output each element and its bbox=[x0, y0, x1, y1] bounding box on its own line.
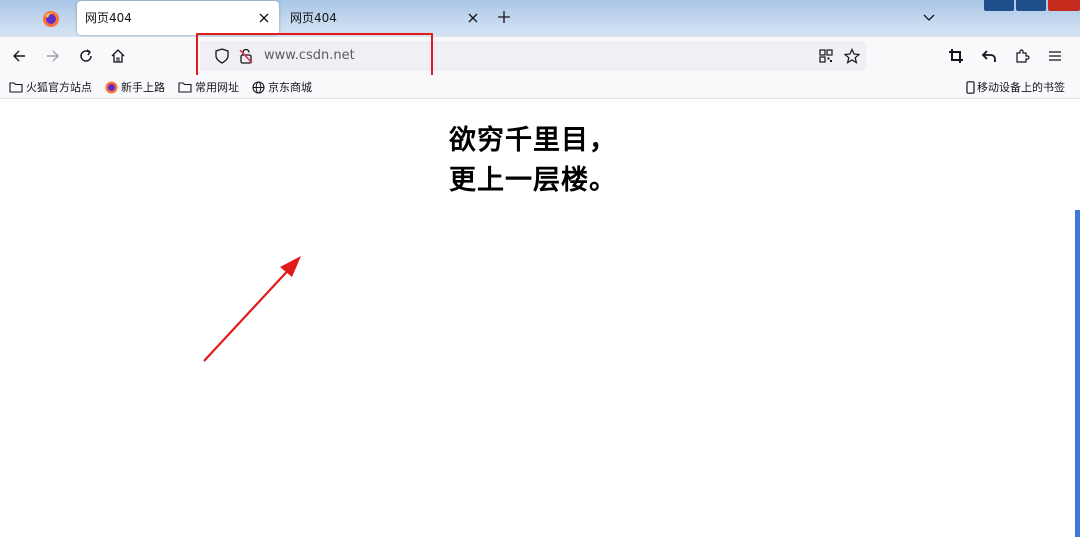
star-bookmark-icon[interactable] bbox=[844, 48, 860, 64]
folder-icon bbox=[9, 80, 23, 94]
tab-close-icon[interactable] bbox=[257, 11, 271, 25]
red-arrow-annotation bbox=[203, 256, 301, 362]
extensions-puzzle-icon[interactable] bbox=[1011, 45, 1033, 67]
tab-strip: 网页404 网页404 bbox=[0, 0, 1080, 37]
home-icon[interactable] bbox=[107, 45, 129, 67]
mobile-bookmarks[interactable]: 移动设备上的书签 bbox=[965, 79, 1065, 95]
tab-active[interactable]: 网页404 bbox=[77, 1, 279, 35]
bookmark-item[interactable]: 常用网址 bbox=[178, 79, 239, 95]
poem-line: 更上一层楼。 bbox=[449, 165, 617, 196]
bookmark-label: 新手上路 bbox=[121, 81, 165, 94]
new-tab-plus-icon[interactable] bbox=[496, 9, 512, 25]
poem-text: 欲穷千里目， 更上一层楼。 bbox=[449, 121, 617, 201]
poem-line: 欲穷千里目， bbox=[449, 125, 617, 156]
firefox-icon bbox=[104, 80, 118, 94]
url-text[interactable]: www.csdn.net bbox=[264, 48, 355, 64]
minimize-button[interactable] bbox=[984, 0, 1014, 11]
tab-title: 网页404 bbox=[85, 11, 132, 25]
qr-code-icon[interactable] bbox=[818, 48, 834, 64]
chevron-down-icon[interactable] bbox=[921, 10, 937, 24]
mobile-bookmarks-label: 移动设备上的书签 bbox=[977, 81, 1065, 94]
screenshot-crop-icon[interactable] bbox=[945, 45, 967, 67]
back-arrow-icon[interactable] bbox=[8, 45, 30, 67]
globe-icon bbox=[251, 80, 265, 94]
tab-inactive[interactable]: 网页404 bbox=[282, 1, 488, 35]
bookmark-label: 火狐官方站点 bbox=[26, 81, 92, 94]
window-controls bbox=[984, 0, 1080, 11]
shield-icon[interactable] bbox=[214, 48, 230, 64]
maximize-button[interactable] bbox=[1016, 0, 1046, 11]
forward-arrow-icon[interactable] bbox=[42, 45, 64, 67]
folder-icon bbox=[178, 80, 192, 94]
page-content: 欲穷千里目， 更上一层楼。 bbox=[0, 100, 1080, 537]
insecure-lock-icon[interactable] bbox=[238, 48, 254, 64]
close-window-button[interactable] bbox=[1048, 0, 1080, 11]
bookmark-item[interactable]: 火狐官方站点 bbox=[9, 79, 92, 95]
bookmark-label: 京东商城 bbox=[268, 81, 312, 94]
reload-icon[interactable] bbox=[75, 45, 97, 67]
scrollbar-edge[interactable] bbox=[1075, 210, 1080, 537]
tab-close-icon[interactable] bbox=[466, 11, 480, 25]
hamburger-menu-icon[interactable] bbox=[1044, 45, 1066, 67]
url-bar[interactable]: www.csdn.net bbox=[200, 41, 866, 71]
mobile-device-icon bbox=[965, 80, 975, 94]
tab-title: 网页404 bbox=[290, 11, 337, 25]
firefox-logo-icon[interactable] bbox=[40, 8, 62, 30]
bookmarks-toolbar: 火狐官方站点 新手上路 常用网址 京东商城 移动设备上的书签 bbox=[0, 75, 1080, 99]
navigation-toolbar: www.csdn.net bbox=[0, 37, 1080, 75]
bookmark-item[interactable]: 新手上路 bbox=[104, 79, 165, 95]
undo-arrow-icon[interactable] bbox=[978, 45, 1000, 67]
bookmark-item[interactable]: 京东商城 bbox=[251, 79, 312, 95]
bookmark-label: 常用网址 bbox=[195, 81, 239, 94]
